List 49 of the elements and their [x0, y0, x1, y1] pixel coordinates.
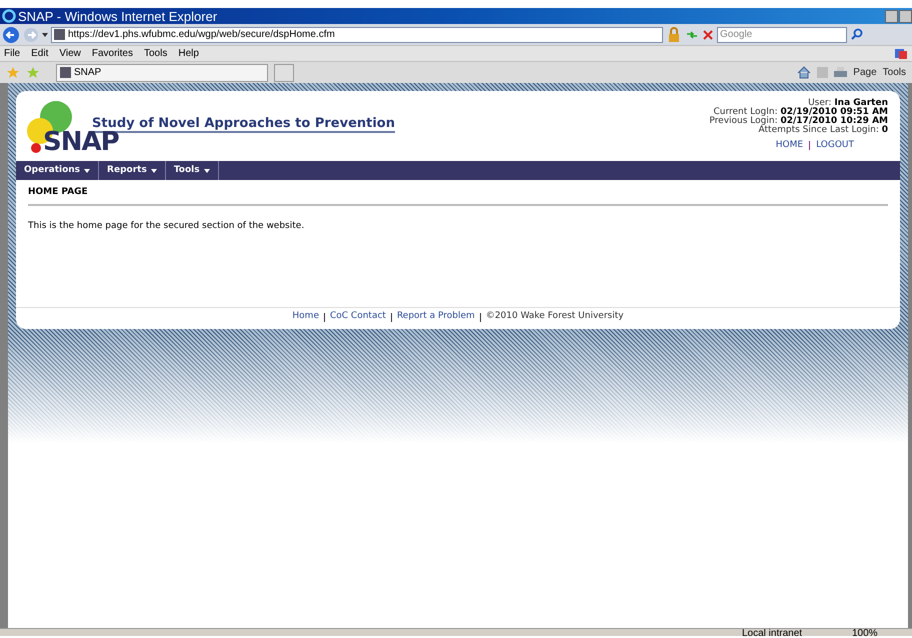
printer-icon[interactable]	[834, 66, 848, 78]
caret-icon[interactable]	[42, 32, 48, 36]
footer-link[interactable]: CoC Contact	[330, 310, 386, 324]
copyright-text: ©2010 Wake Forest University	[486, 310, 624, 324]
page-icon	[60, 67, 71, 78]
address-field[interactable]: https://dev1.phs.wfubmc.edu/wgp/web/secure/dspHome.cfm	[51, 26, 663, 42]
body-text: This is the home page for the secured section of the website.	[28, 220, 306, 232]
user-info-line: Current LogIn: 02/19/2010 09:51 AM	[713, 108, 888, 117]
security-zone: Local intranet	[742, 629, 804, 636]
caret-icon	[84, 168, 90, 172]
menu-item[interactable]: File	[4, 46, 20, 61]
menu-item[interactable]: Edit	[31, 46, 48, 61]
new-tab-button[interactable]	[274, 64, 294, 82]
menu-item[interactable]: Tools	[144, 46, 168, 61]
search-field[interactable]: Google	[717, 26, 847, 42]
star-icon[interactable]	[6, 66, 20, 80]
url-text: https://dev1.phs.wfubmc.edu/wgp/web/secure/dspHome.cfm	[68, 28, 335, 42]
browser-tab[interactable]: SNAP	[56, 64, 268, 82]
caret-icon	[150, 168, 157, 172]
home-icon[interactable]	[797, 66, 812, 79]
stop-icon[interactable]	[702, 28, 714, 40]
translate-icon[interactable]	[894, 47, 908, 60]
tab-label: SNAP	[74, 66, 102, 80]
restore-button[interactable]	[899, 10, 912, 22]
command-menu[interactable]: Page	[853, 65, 877, 80]
footer-link[interactable]: Report a Problem	[396, 310, 475, 324]
footer-link[interactable]: Home	[292, 310, 319, 324]
caret-icon	[204, 168, 210, 172]
header-link[interactable]: LOGOUT	[816, 139, 854, 152]
back-button[interactable]	[2, 26, 20, 44]
header-link[interactable]: HOME	[776, 139, 804, 152]
zoom-control[interactable]: 100%	[852, 629, 912, 636]
page-icon	[54, 29, 65, 40]
user-info-line: Attempts Since Last Login: 0	[758, 126, 888, 135]
menu-item[interactable]: Favorites	[92, 46, 133, 61]
minimize-button[interactable]	[885, 10, 898, 22]
search-icon[interactable]	[850, 28, 864, 42]
menu-item[interactable]: View	[59, 46, 81, 61]
lock-icon[interactable]	[666, 26, 682, 42]
nav-menu[interactable]: Tools	[166, 161, 219, 180]
command-menu[interactable]: Tools	[882, 65, 906, 80]
user-info-line: Previous Login: 02/17/2010 10:29 AM	[709, 117, 888, 126]
window-title: SNAP - Windows Internet Explorer	[18, 10, 218, 22]
browser-logo-icon	[2, 9, 16, 23]
nav-menu[interactable]: Reports	[99, 161, 166, 180]
user-info-line: User: Ina Garten	[808, 99, 888, 108]
page-heading: HOME PAGE	[28, 180, 888, 206]
menu-item[interactable]: Help	[178, 46, 199, 61]
nav-menu[interactable]: Operations	[16, 161, 100, 180]
